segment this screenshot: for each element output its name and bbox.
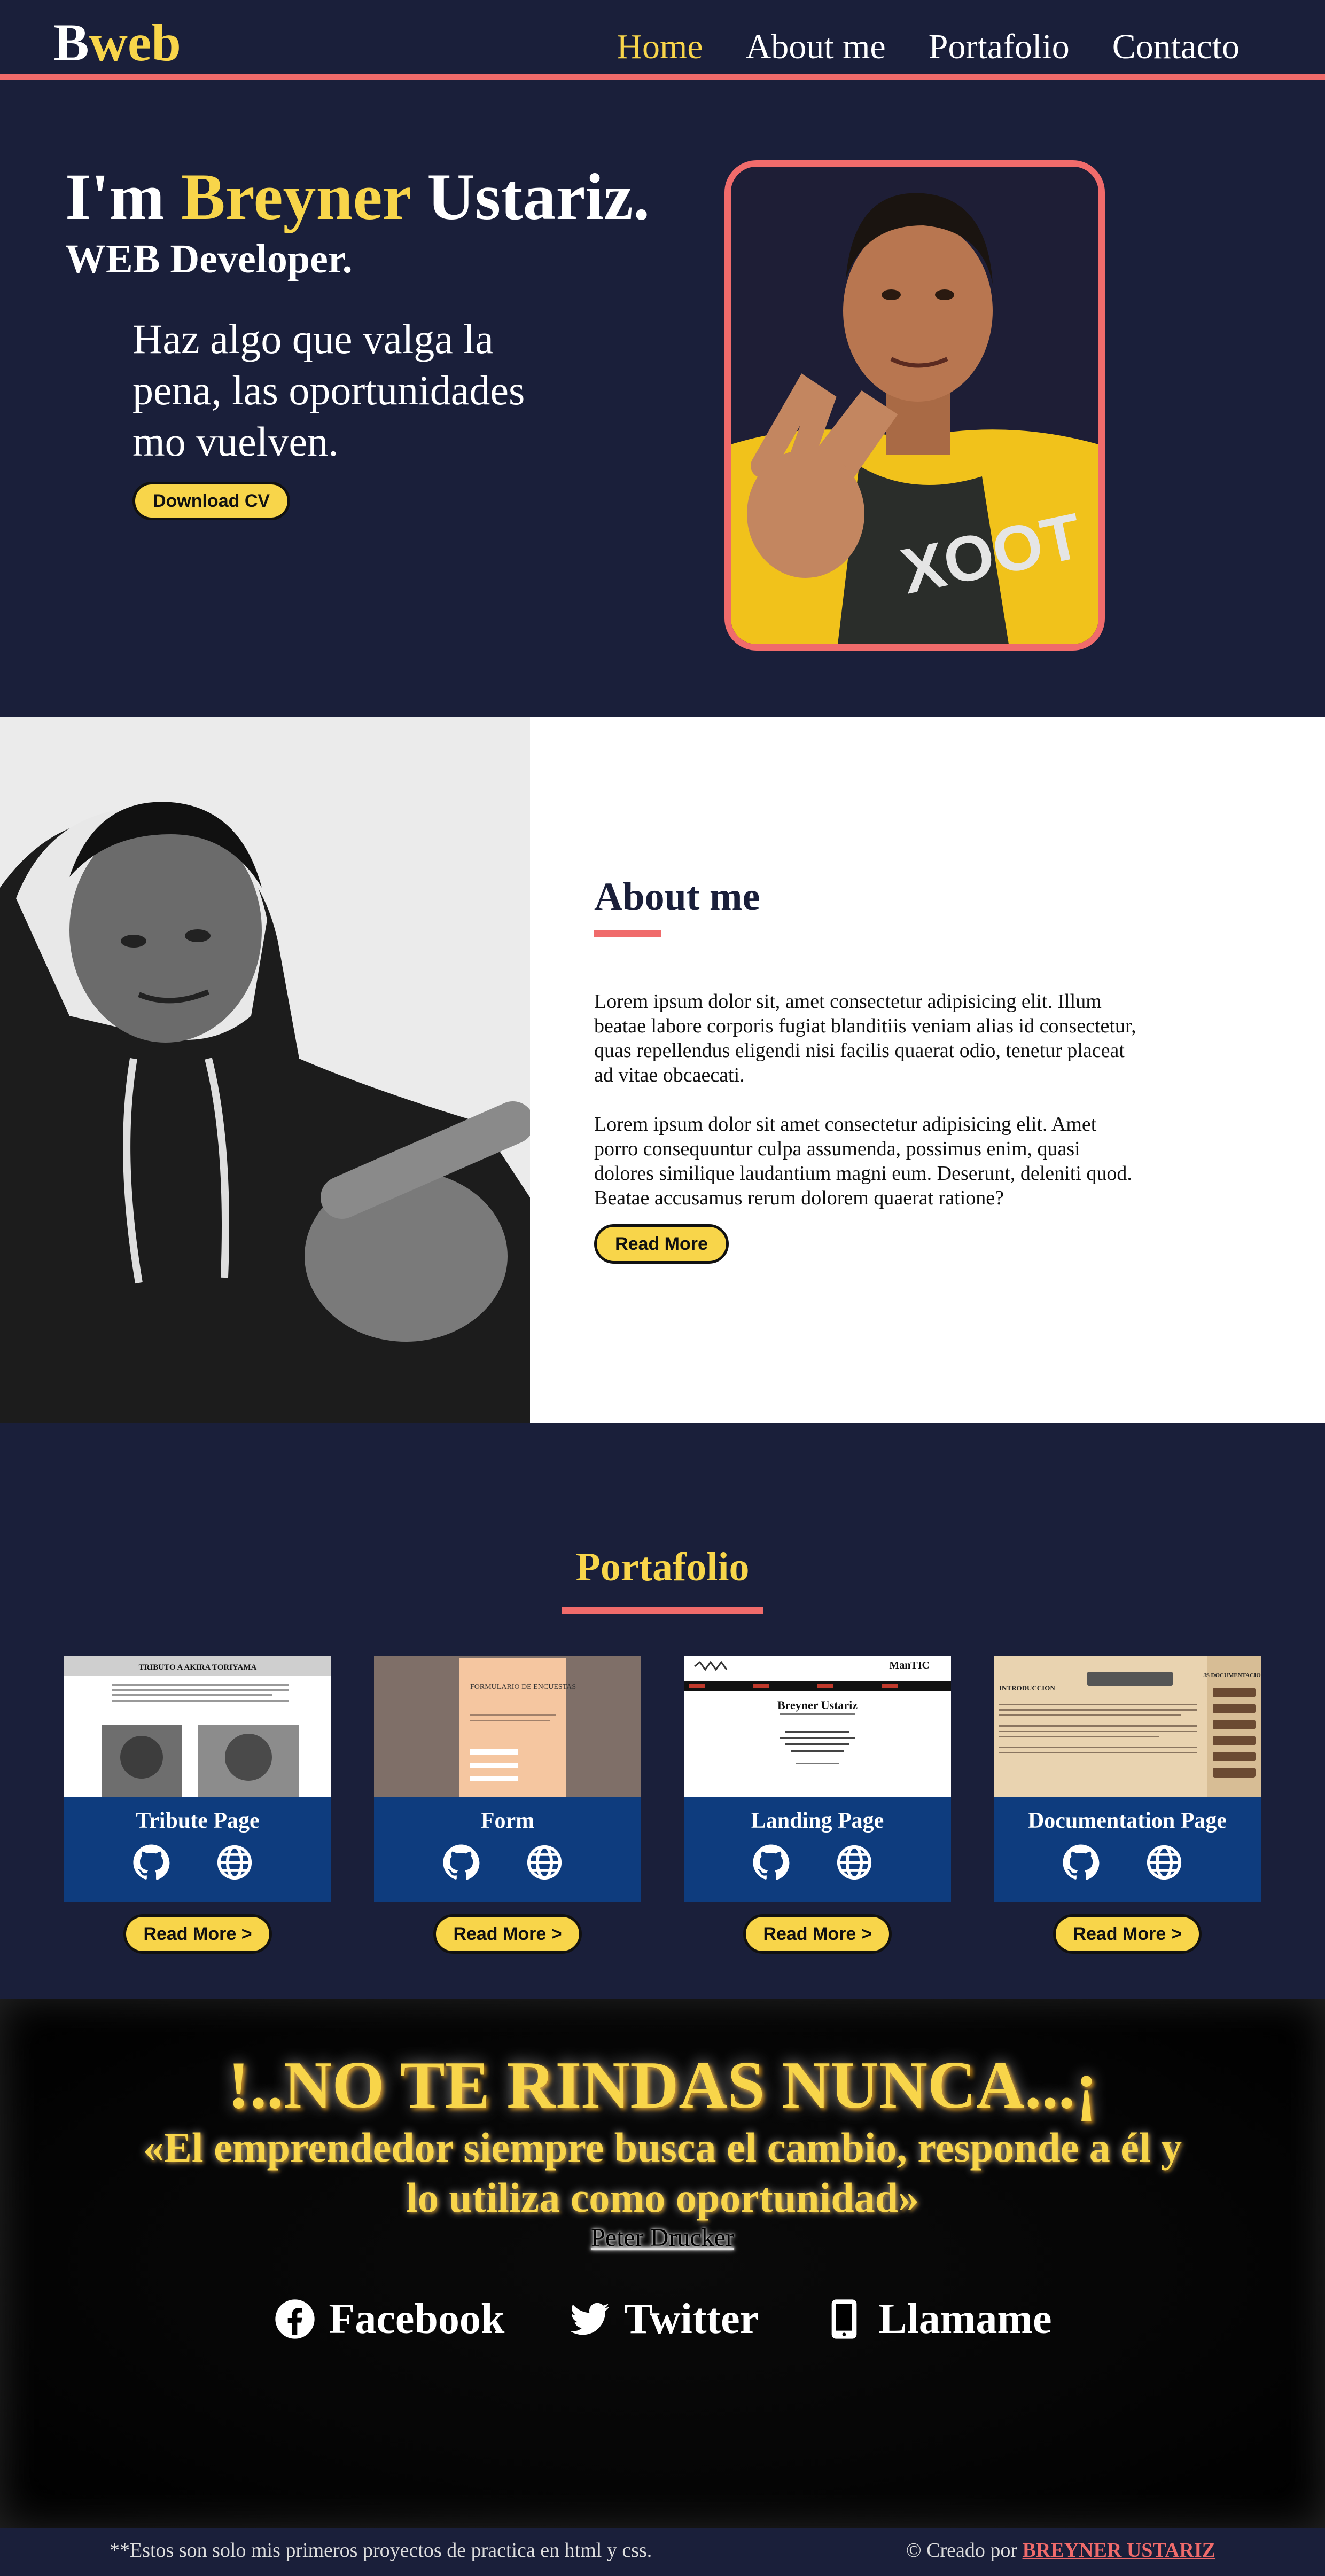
globe-icon[interactable] [526, 1844, 563, 1881]
about-paragraph-2: Lorem ipsum dolor sit amet consectetur a… [594, 1113, 1132, 1209]
github-icon[interactable] [132, 1844, 170, 1881]
nav-links: Home About me Portafolio Contacto [617, 29, 1240, 65]
top-navbar: Bweb Home About me Portafolio Contacto [0, 0, 1325, 80]
documentation-page-thumbnail[interactable]: JS DOCUMENTACION INTRODUCCION [994, 1656, 1261, 1797]
twitter-link[interactable]: Twitter [568, 2298, 759, 2340]
portfolio-card-landing: ManTIC Breyner Ustariz Landing Page [684, 1656, 951, 1902]
quote-author: Peter Drucker [591, 2223, 734, 2252]
footer-credit: © Creado por BREYNER USTARIZ [906, 2540, 1215, 2561]
call-link[interactable]: Llamame [823, 2298, 1051, 2340]
landing-page-thumbnail[interactable]: ManTIC Breyner Ustariz [684, 1656, 951, 1797]
download-cv-button[interactable]: Download CV [132, 482, 290, 520]
call-label: Llamame [878, 2296, 1052, 2343]
about-section: About me Lorem ipsum dolor sit, amet con… [0, 717, 1325, 1423]
hero-title-name: Breyner [181, 160, 411, 233]
portfolio-title-underline [562, 1607, 763, 1614]
about-photo-illustration [0, 717, 530, 1423]
hero-title-suffix: Ustariz. [427, 160, 650, 233]
landing-thumb-brand: ManTIC [889, 1659, 930, 1671]
about-title-underline [594, 930, 661, 937]
nav-portfolio-link[interactable]: Portafolio [929, 29, 1070, 65]
github-icon[interactable] [752, 1844, 790, 1881]
facebook-link[interactable]: Facebook [274, 2296, 505, 2343]
portfolio-card-form: FORMULARIO DE ENCUESTAS Form [374, 1656, 641, 1902]
motivational-headline: !..NO TE RINDAS NUNCA...¡ [227, 2048, 1098, 2123]
social-links: Facebook Twitter Llamame [0, 2298, 1325, 2340]
hero-subtitle: WEB Developer. [65, 237, 353, 281]
landing-thumb-title: Breyner Ustariz [777, 1698, 858, 1712]
author-link[interactable]: BREYNER USTARIZ [1023, 2539, 1215, 2562]
nav-about-link[interactable]: About me [746, 29, 886, 65]
landing-read-more-button[interactable]: Read More > [743, 1914, 892, 1954]
tribute-read-more-button[interactable]: Read More > [123, 1914, 272, 1954]
card-label: Landing Page [751, 1808, 884, 1833]
nav-contact-link[interactable]: Contacto [1112, 29, 1240, 65]
portfolio-title: Portafolio [575, 1545, 750, 1590]
logo[interactable]: Bweb [53, 16, 181, 69]
twitter-icon [570, 2303, 610, 2335]
hero-section: I'm Breyner Ustariz. WEB Developer. Haz … [0, 87, 1325, 717]
globe-icon[interactable] [216, 1844, 253, 1881]
doc-thumb-title: INTRODUCCION [999, 1684, 1055, 1692]
about-read-more-button[interactable]: Read More [594, 1224, 729, 1264]
globe-icon[interactable] [836, 1844, 873, 1881]
hero-quote: Haz algo que valga la pena, las oportuni… [132, 316, 525, 465]
hero-profile-photo: XOOT [724, 160, 1105, 651]
form-page-thumbnail[interactable]: FORMULARIO DE ENCUESTAS [374, 1656, 641, 1797]
footer-note: **Estos son solo mis primeros proyectos … [110, 2539, 652, 2562]
card-label: Documentation Page [1027, 1808, 1227, 1833]
portfolio-card-documentation: JS DOCUMENTACION INTRODUCCION Documentat… [994, 1656, 1261, 1902]
facebook-icon [275, 2299, 315, 2339]
hero-title: I'm Breyner Ustariz. [65, 164, 650, 230]
footer: **Estos son solo mis primeros proyectos … [0, 2528, 1325, 2576]
about-title: About me [594, 875, 760, 919]
about-photo [0, 717, 530, 1423]
tribute-page-thumbnail[interactable]: TRIBUTO A AKIRA TORIYAMA [64, 1656, 331, 1797]
footer-credit-prefix: © Creado por [906, 2539, 1018, 2562]
tribute-thumb-title: TRIBUTO A AKIRA TORIYAMA [139, 1663, 257, 1672]
about-paragraph-1: Lorem ipsum dolor sit, amet consectetur … [594, 990, 1136, 1086]
documentation-read-more-button[interactable]: Read More > [1053, 1914, 1202, 1954]
quote-text: «El emprendedor siempre busca el cambio,… [143, 2124, 1182, 2221]
phone-icon [831, 2299, 857, 2339]
hero-title-prefix: I'm [65, 160, 165, 233]
form-read-more-button[interactable]: Read More > [433, 1914, 582, 1954]
profile-photo-illustration: XOOT [731, 167, 1098, 644]
form-thumb-title: FORMULARIO DE ENCUESTAS [470, 1683, 576, 1691]
facebook-label: Facebook [329, 2296, 505, 2343]
doc-thumb-side: JS DOCUMENTACION [1203, 1672, 1261, 1679]
logo-web: web [89, 13, 181, 72]
github-icon[interactable] [442, 1844, 480, 1881]
card-label: Tribute Page [136, 1808, 260, 1833]
portfolio-card-tribute: TRIBUTO A AKIRA TORIYAMA Tribute Page [64, 1656, 331, 1902]
portfolio-section: Portafolio TRIBUTO A AKIRA TORIYAMA Trib… [0, 1423, 1325, 1999]
card-label: Form [480, 1808, 535, 1833]
globe-icon[interactable] [1145, 1844, 1183, 1881]
logo-b: B [53, 13, 89, 72]
github-icon[interactable] [1062, 1844, 1100, 1881]
quote-section: !..NO TE RINDAS NUNCA...¡ «El emprendedo… [0, 1999, 1325, 2528]
nav-home-link[interactable]: Home [617, 29, 703, 65]
twitter-label: Twitter [624, 2296, 759, 2343]
